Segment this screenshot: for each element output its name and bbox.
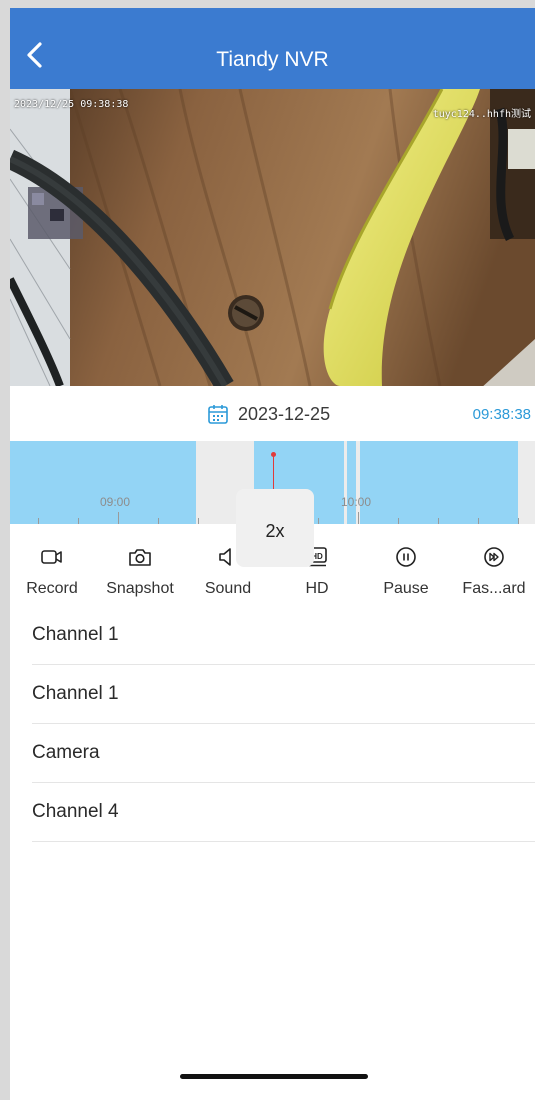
nav-header: Tiandy NVR: [10, 8, 535, 89]
recorded-segment: [360, 441, 518, 524]
playback-current-time: 09:38:38: [472, 406, 531, 423]
record-label: Record: [26, 580, 78, 597]
fast-forward-label: Fas...ard: [462, 580, 526, 597]
timeline-tick: [478, 518, 479, 524]
fast-forward-button[interactable]: Fas...ard: [450, 542, 535, 606]
channel-name: Channel 1: [32, 624, 119, 645]
timeline-tick: [158, 518, 159, 524]
snapshot-button[interactable]: Snapshot: [96, 542, 184, 606]
channel-list-item[interactable]: Channel 4: [32, 783, 535, 842]
page-title: Tiandy NVR: [216, 48, 329, 71]
timeline-tick: [38, 518, 39, 524]
hd-label: HD: [305, 580, 329, 597]
timeline-label: 10:00: [341, 495, 372, 509]
channel-name: Camera: [32, 742, 100, 763]
playback-speed-popup: 2x: [236, 489, 314, 567]
channel-name: Channel 1: [32, 683, 119, 704]
camera-icon: [129, 549, 151, 566]
home-indicator[interactable]: [180, 1074, 368, 1079]
timeline-tick: [118, 512, 119, 524]
calendar-icon: [208, 405, 228, 424]
recorded-segment: [347, 441, 356, 524]
video-osd-timestamp: 2023/12/25 09:38:38: [14, 99, 129, 110]
record-button[interactable]: Record: [10, 542, 96, 606]
timeline-label: 09:00: [100, 495, 131, 509]
timeline-tick: [358, 512, 359, 524]
channel-list-item[interactable]: Channel 1: [32, 665, 535, 724]
sound-label: Sound: [204, 580, 252, 597]
playback-date: 2023-12-25: [238, 403, 331, 424]
pause-label: Pause: [383, 580, 429, 597]
pause-button[interactable]: Pause: [362, 542, 450, 606]
timeline-tick: [518, 518, 519, 524]
app-screen: Tiandy NVR 2023/12/25 09:38:38 tuyc124..…: [10, 8, 535, 1100]
channel-name: Channel 4: [32, 801, 119, 822]
timeline-tick: [318, 518, 319, 524]
playback-speed: 2x: [265, 521, 285, 541]
timeline-cursor[interactable]: [273, 456, 274, 491]
video-osd-channel-name: tuyc124..hhfh测试: [432, 109, 531, 120]
timeline-tick: [438, 518, 439, 524]
pause-icon: [396, 547, 416, 567]
snapshot-label: Snapshot: [106, 580, 174, 597]
recorded-segment: [10, 441, 196, 524]
video-player[interactable]: 2023/12/25 09:38:38 tuyc124..hhfh测试: [10, 89, 535, 386]
window-frame-left: [0, 0, 10, 1100]
timeline-tick: [198, 518, 199, 524]
date-picker[interactable]: 2023-12-25: [207, 403, 330, 425]
timeline-tick: [398, 518, 399, 524]
video-camera-icon: [41, 550, 62, 564]
channel-list-item[interactable]: Camera: [32, 724, 535, 783]
timeline-tick: [78, 518, 79, 524]
window-frame-top: [0, 0, 535, 8]
channel-list: Channel 1 Channel 1 Camera Channel 4: [32, 606, 535, 842]
channel-list-item[interactable]: Channel 1: [32, 606, 535, 665]
fast-forward-icon: [484, 547, 504, 567]
playback-date-bar: 2023-12-25 09:38:38: [10, 386, 535, 441]
video-frame: [10, 89, 535, 386]
